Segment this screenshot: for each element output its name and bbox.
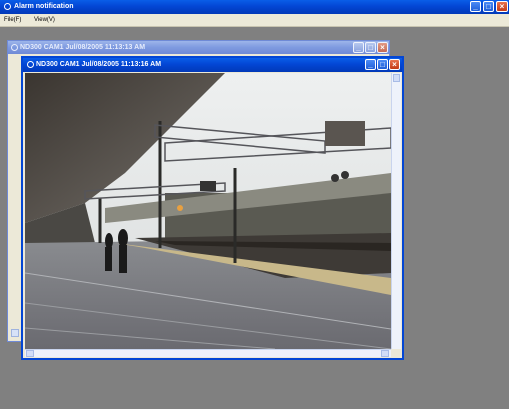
app-minimize-button[interactable]: _: [470, 1, 481, 12]
app-close-button[interactable]: ×: [496, 1, 508, 12]
app-titlebar: Alarm notification _ □ ×: [0, 0, 509, 14]
scroll-right-button[interactable]: [381, 350, 389, 357]
maximize-icon: □: [486, 2, 491, 11]
close-icon: ×: [380, 43, 385, 52]
child-1-maximize-button[interactable]: □: [365, 42, 376, 53]
minimize-icon: _: [356, 43, 361, 52]
station-platform-photo: [25, 73, 391, 349]
scroll-up-button[interactable]: [393, 74, 400, 82]
child-2-close-button[interactable]: ×: [389, 59, 400, 70]
horizontal-scrollbar[interactable]: [25, 349, 391, 357]
camera-image: [25, 73, 391, 349]
menu-view[interactable]: View(V): [34, 14, 55, 26]
app-maximize-button[interactable]: □: [483, 1, 494, 12]
child-2-minimize-button[interactable]: _: [365, 59, 376, 70]
app-title: Alarm notification: [14, 3, 74, 10]
child-1-close-button[interactable]: ×: [377, 42, 388, 53]
menu-bar: File(F) View(V): [0, 14, 509, 27]
minimize-icon: _: [473, 2, 478, 11]
camera-icon: [11, 44, 18, 51]
child-window-2-titlebar[interactable]: ND300 CAM1 Jul/08/2005 11:13:16 AM _ □ ×: [23, 58, 402, 72]
child-1-minimize-button[interactable]: _: [353, 42, 364, 53]
camera-app-icon: [4, 3, 11, 10]
child-window-1-title: ND300 CAM1 Jul/08/2005 11:13:13 AM: [20, 44, 146, 51]
child-window-2[interactable]: ND300 CAM1 Jul/08/2005 11:13:16 AM _ □ ×: [21, 56, 404, 360]
maximize-icon: □: [380, 60, 385, 69]
menu-file[interactable]: File(F): [4, 14, 21, 26]
child-window-2-title: ND300 CAM1 Jul/08/2005 11:13:16 AM: [36, 61, 162, 68]
close-icon: ×: [499, 2, 505, 11]
child-window-1-titlebar[interactable]: ND300 CAM1 Jul/08/2005 11:13:13 AM _ □ ×: [8, 41, 389, 54]
maximize-icon: □: [368, 43, 373, 52]
minimize-icon: _: [368, 60, 373, 69]
scroll-left-button[interactable]: [26, 350, 34, 357]
child-2-maximize-button[interactable]: □: [377, 59, 388, 70]
child-1-vscroll-up[interactable]: [11, 329, 19, 337]
vertical-scrollbar[interactable]: [391, 73, 401, 349]
close-icon: ×: [392, 60, 397, 69]
camera-icon: [27, 61, 34, 68]
